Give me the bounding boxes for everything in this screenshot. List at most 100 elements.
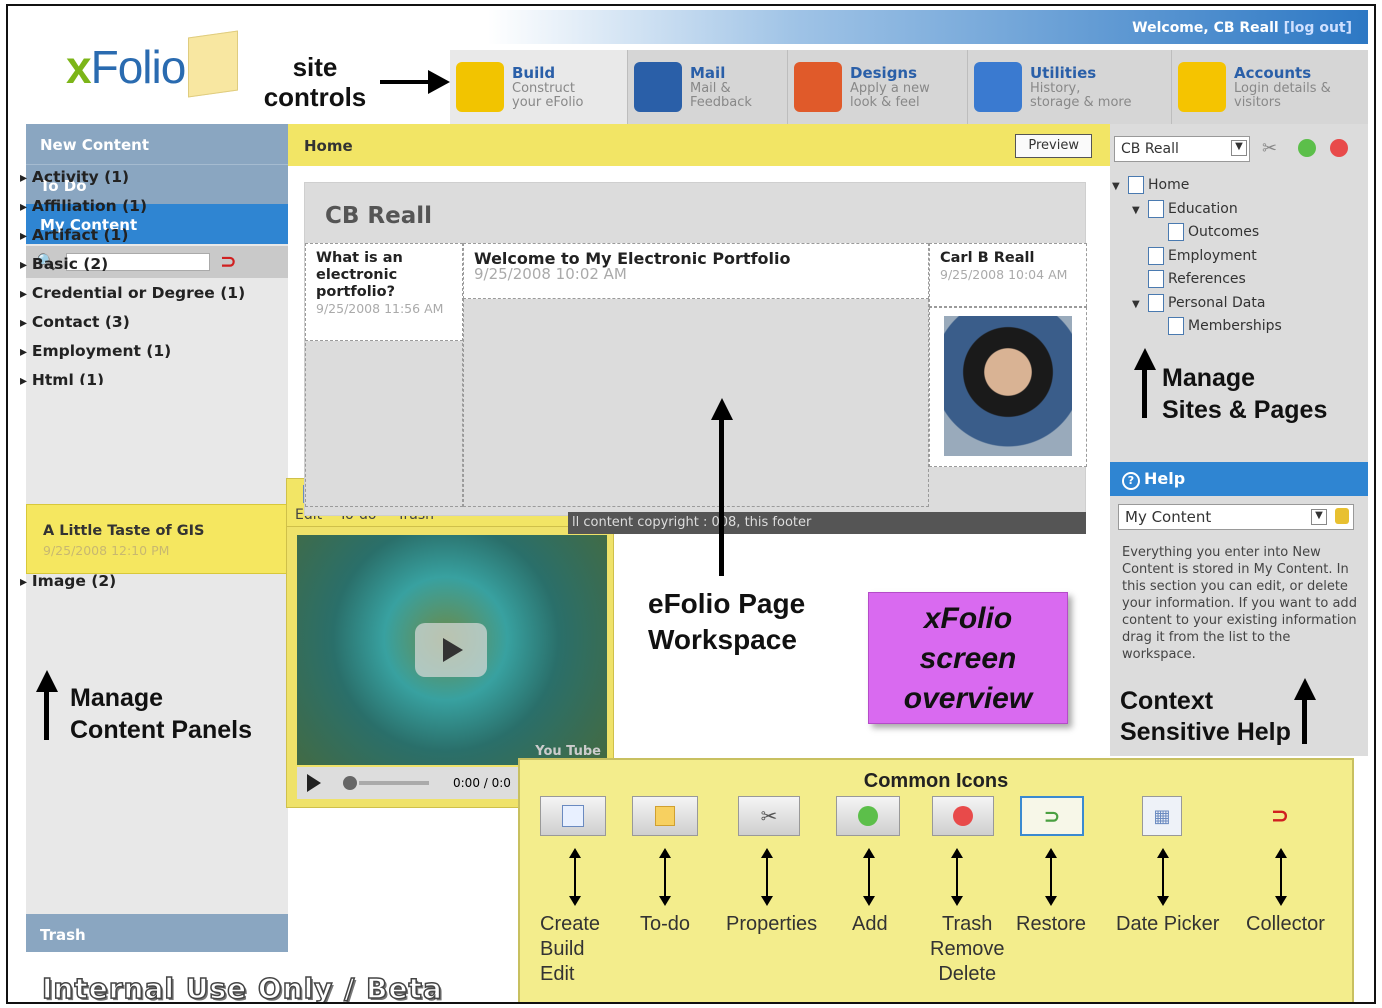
legend-label: Collector xyxy=(1246,913,1325,935)
logout-link[interactable]: [log out] xyxy=(1284,20,1352,36)
category-item[interactable]: Affiliation (1) xyxy=(20,197,245,226)
content-column[interactable]: What is an electronic portfolio? 9/25/20… xyxy=(305,243,463,341)
manage-sites-annotation: Manage Sites & Pages xyxy=(1162,362,1327,426)
expand-icon[interactable]: ▼ xyxy=(1112,181,1128,192)
page-icon xyxy=(1128,176,1144,194)
restore-icon: ⊃ xyxy=(1020,796,1084,836)
double-arrow xyxy=(1157,848,1169,906)
profile-photo[interactable] xyxy=(944,316,1072,456)
tab-title: Accounts xyxy=(1234,64,1312,82)
expand-icon[interactable]: ▼ xyxy=(1132,299,1148,310)
play-icon[interactable] xyxy=(307,774,321,792)
dragged-content-item[interactable]: A Little Taste of GIS 9/25/2008 12:10 PM xyxy=(26,504,288,574)
chevron-down-icon[interactable]: ▼ xyxy=(1231,140,1247,156)
seek-bar[interactable] xyxy=(359,781,429,785)
logo-folder-icon xyxy=(188,30,238,98)
legend-item: Trash Remove Delete xyxy=(930,796,1004,985)
arrow-head-right xyxy=(428,70,450,94)
legend-title: Common Icons xyxy=(863,770,1009,792)
annotation-line: Sites & Pages xyxy=(1162,396,1328,424)
content-column[interactable]: Welcome to My Electronic Portfolio 9/25/… xyxy=(463,243,929,299)
legend-label: Date Picker xyxy=(1116,913,1220,935)
category-item[interactable]: Employment (1) xyxy=(20,342,245,371)
tab-build[interactable]: Build Construct your eFolio xyxy=(450,50,628,124)
annotation-line: Context xyxy=(1120,687,1214,715)
category-item[interactable]: Contact (3) xyxy=(20,313,245,342)
help-icon: ? xyxy=(1122,472,1140,490)
trash-header[interactable]: Trash xyxy=(26,914,288,952)
tab-utilities[interactable]: Utilities History, storage & more xyxy=(968,50,1172,124)
page-icon xyxy=(1148,246,1164,265)
trash-icon xyxy=(932,796,994,836)
column-drop-zone[interactable] xyxy=(305,343,463,507)
preview-button[interactable]: Preview xyxy=(1015,134,1092,158)
legend-label: Trash Remove Delete xyxy=(930,913,1005,985)
tree-node[interactable]: Memberships xyxy=(1112,317,1282,341)
category-item[interactable]: Basic (2) xyxy=(20,255,245,284)
arrow-head-up xyxy=(1294,678,1316,700)
context-help-annotation: Context Sensitive Help xyxy=(1120,686,1291,748)
category-item[interactable]: Credential or Degree (1) xyxy=(20,284,245,313)
tree-label: References xyxy=(1168,271,1246,287)
add-icon[interactable] xyxy=(1298,139,1316,157)
arrow-head-up xyxy=(36,670,58,692)
arrow-up xyxy=(719,416,724,576)
new-content-header[interactable]: New Content xyxy=(26,124,288,164)
site-select[interactable]: CB Reall ▼ xyxy=(1114,136,1250,162)
double-arrow xyxy=(1045,848,1057,906)
youtube-logo: You Tube xyxy=(535,744,601,759)
mail-icon xyxy=(634,62,682,112)
site-control-tabs: Build Construct your eFolio Mail Mail & Feed… xyxy=(450,50,1368,124)
tree-node[interactable]: References xyxy=(1112,270,1282,294)
double-arrow xyxy=(659,848,671,906)
tree-node[interactable]: Employment xyxy=(1112,246,1282,271)
tree-label: Employment xyxy=(1168,247,1257,264)
tree-label: Memberships xyxy=(1188,318,1282,334)
tree-node[interactable]: ▼ Personal Data xyxy=(1112,293,1282,318)
tree-node[interactable]: Outcomes xyxy=(1112,223,1282,247)
tab-accounts[interactable]: Accounts Login details & visitors xyxy=(1172,50,1368,124)
category-item[interactable]: Activity (1) xyxy=(20,168,245,197)
arrow-up xyxy=(1142,366,1147,418)
column-date: 9/25/2008 11:56 AM xyxy=(316,301,444,316)
column-drop-zone[interactable] xyxy=(463,299,929,507)
seek-handle[interactable] xyxy=(343,776,357,790)
remove-icon[interactable] xyxy=(1330,139,1348,157)
properties-icon[interactable]: ✂ xyxy=(1262,138,1277,159)
content-column[interactable]: Carl B Reall 9/25/2008 10:04 AM xyxy=(929,243,1087,307)
legend-item: Add xyxy=(836,796,900,935)
category-item[interactable]: Html (1) xyxy=(20,371,245,385)
tree-node[interactable]: ▼ Home xyxy=(1112,176,1282,200)
logo-x: x xyxy=(66,41,92,93)
annotation-line: Sensitive Help xyxy=(1120,718,1291,746)
collector-icon: ⊃ xyxy=(1270,803,1290,829)
tab-sub: your eFolio xyxy=(512,95,584,110)
category-item[interactable]: Image (2) xyxy=(20,572,116,601)
properties-icon: ✂ xyxy=(738,796,800,836)
create-icon xyxy=(540,796,606,836)
expand-icon[interactable]: ▼ xyxy=(1132,205,1148,216)
play-button-icon[interactable] xyxy=(415,623,487,677)
tree-label: Personal Data xyxy=(1168,294,1266,311)
tab-sub: look & feel xyxy=(850,95,920,110)
tree-label: Home xyxy=(1148,177,1190,193)
workspace-annotation: eFolio Page Workspace xyxy=(648,586,805,658)
help-title: Help xyxy=(1144,469,1186,488)
category-item[interactable]: Artifact (1) xyxy=(20,226,245,255)
column-date: 9/25/2008 10:04 AM xyxy=(940,267,1068,282)
video-screen[interactable]: You Tube xyxy=(297,535,607,765)
page-icon xyxy=(1148,293,1164,312)
xfolio-logo[interactable]: xFolio xyxy=(66,40,186,94)
column-title: What is an electronic portfolio? xyxy=(316,250,403,300)
arrow-head-up xyxy=(711,398,733,420)
welcome-label: Welcome, CB Reall xyxy=(1132,20,1279,36)
page-footer[interactable]: ll content copyright : 008, this footer xyxy=(568,512,1086,534)
tree-node[interactable]: ▼ Education xyxy=(1112,199,1282,224)
tab-mail[interactable]: Mail Mail & Feedback xyxy=(628,50,788,124)
lock-icon[interactable] xyxy=(1335,508,1349,524)
chevron-down-icon[interactable]: ▼ xyxy=(1311,509,1327,525)
help-header[interactable]: ? Help xyxy=(1110,462,1368,496)
build-icon xyxy=(456,62,504,112)
tab-designs[interactable]: Designs Apply a new look & feel xyxy=(788,50,968,124)
help-topic-select[interactable]: My Content ▼ xyxy=(1118,504,1354,530)
